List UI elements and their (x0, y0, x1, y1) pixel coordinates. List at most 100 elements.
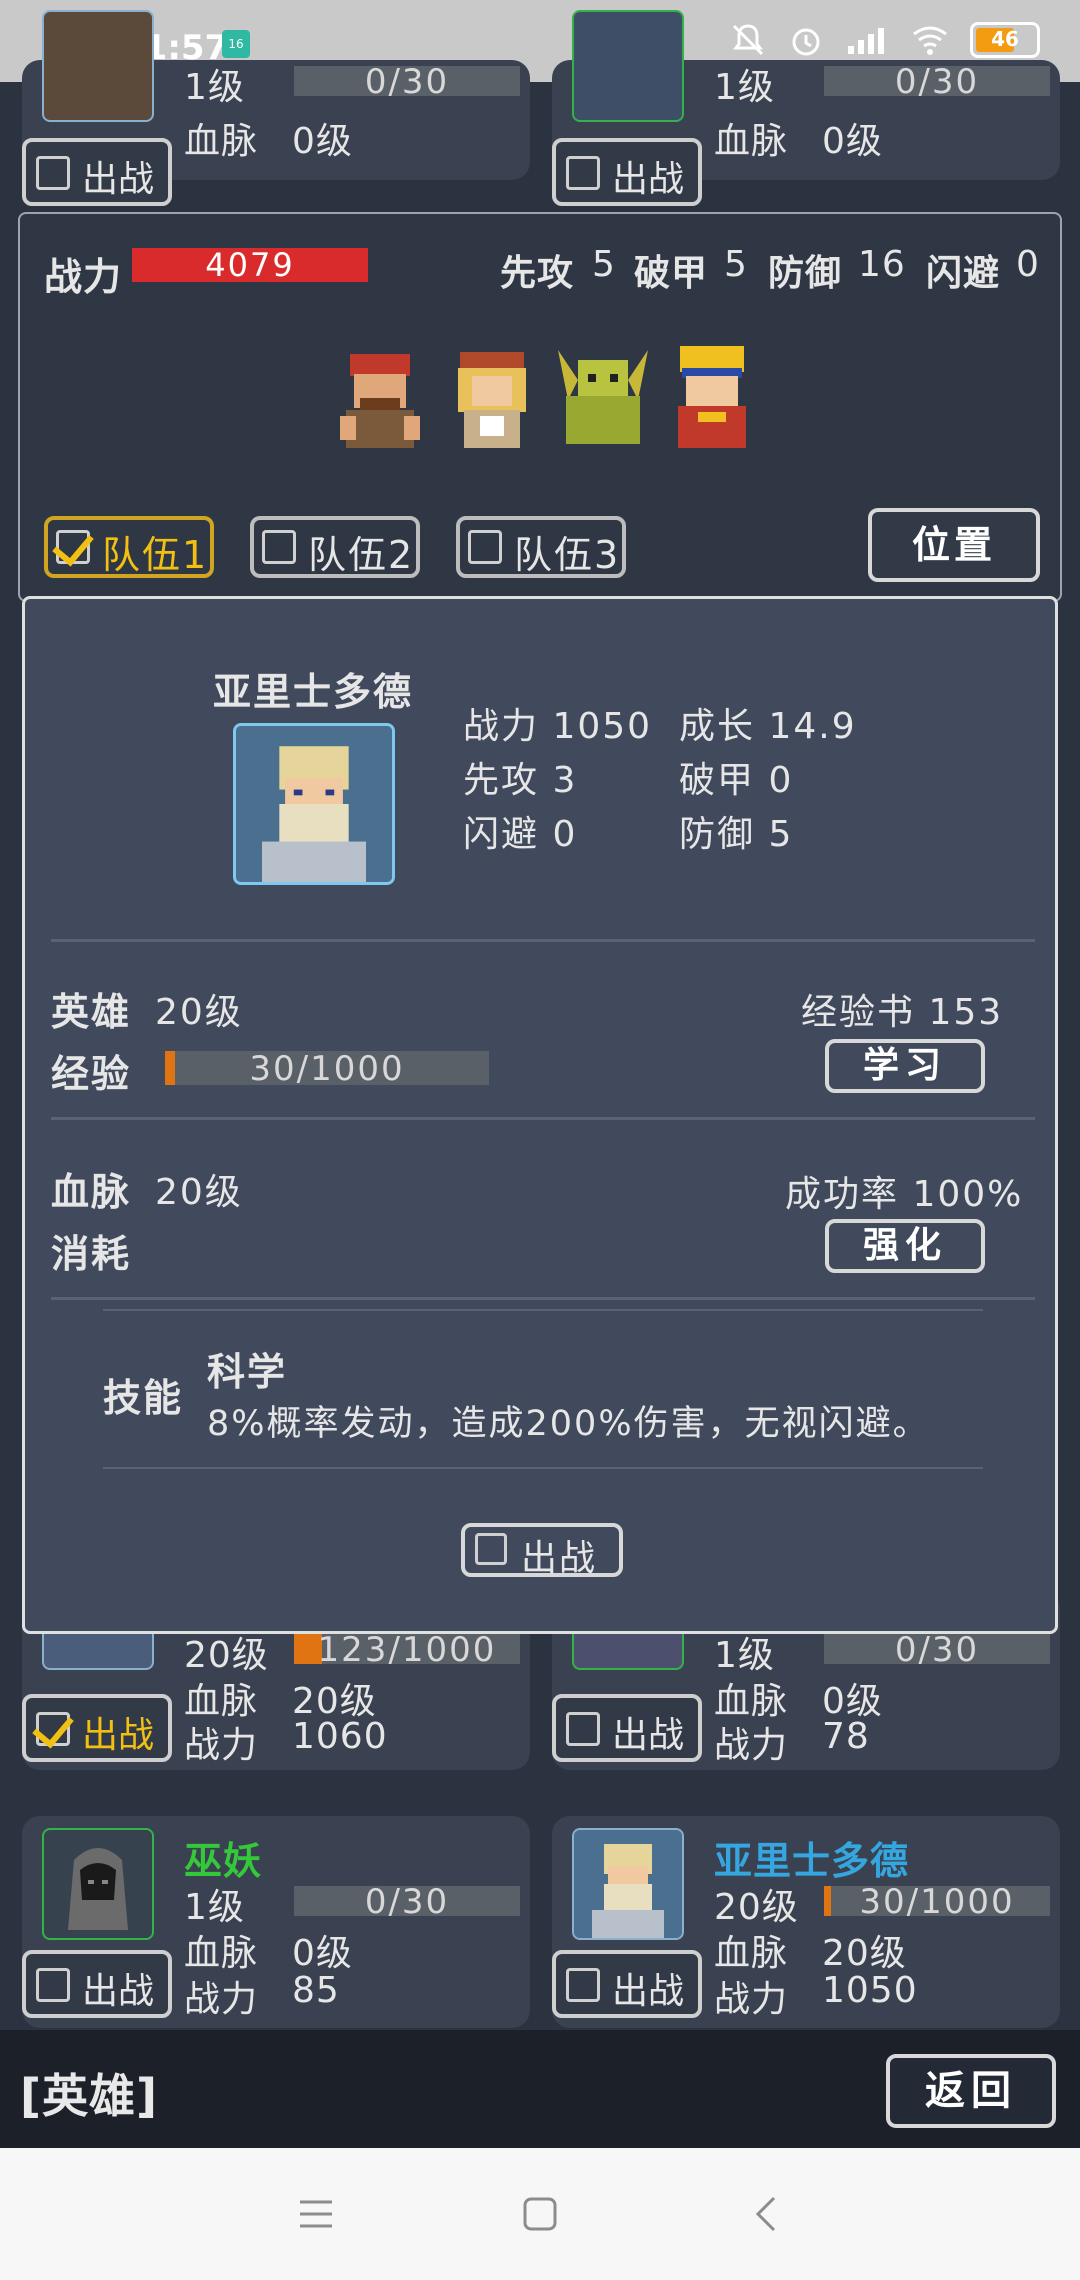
back-button[interactable]: 返回 (886, 2054, 1056, 2128)
detail-exp-value: 30/1000 (249, 1049, 405, 1089)
page-title: [英雄] (20, 2069, 159, 2123)
stat-initiative-value: 5 (592, 244, 616, 285)
bloodline-label: 血脉 (184, 121, 259, 162)
hero-level-label: 英雄 (51, 990, 132, 1034)
stat-defense-label: 防御 (768, 253, 843, 294)
tab-team-2[interactable]: 队伍2 (250, 516, 420, 578)
bloodline-label: 血脉 (51, 1170, 132, 1214)
app-notification-icon: 16 (222, 30, 250, 58)
deploy-checkbox[interactable]: 出战 (22, 1950, 172, 2018)
power-value: 85 (292, 1970, 340, 2011)
hero-portrait (42, 10, 154, 122)
team-power-bar: 4079 (132, 248, 368, 282)
bloodline-level: 20级 (822, 1933, 907, 1974)
stat-armor-break-label: 破甲 (634, 253, 709, 294)
bloodline-label: 血脉 (184, 1933, 259, 1974)
tab-team-1[interactable]: 队伍1 (44, 516, 214, 578)
hero-card-aristotle[interactable]: 亚里士多德 20级 30/1000 血脉 20级 战力 1050 出战 (552, 1816, 1060, 2028)
deploy-label: 出战 (521, 1538, 598, 1579)
exp-value: 0/30 (364, 62, 450, 102)
battery-level: 46 (991, 27, 1019, 51)
detail-stat-evasion: 闪避 0 (463, 814, 578, 855)
deploy-checkbox[interactable]: 出战 (552, 1950, 702, 2018)
hero-portrait (572, 10, 684, 122)
exp-value: 123/1000 (317, 1630, 497, 1670)
hero-portrait (42, 1828, 154, 1940)
divider (103, 1467, 983, 1469)
deploy-label: 出战 (612, 159, 685, 200)
detail-hero-name: 亚里士多德 (213, 670, 414, 714)
bloodline-level: 0级 (822, 121, 883, 162)
deploy-checkbox[interactable]: 出战 (22, 1694, 172, 1762)
signal-icon (848, 28, 884, 54)
power-value: 1060 (292, 1716, 388, 1757)
hero-level: 1级 (184, 1887, 245, 1928)
exp-bar: 0/30 (294, 62, 520, 102)
exp-value: 30/1000 (859, 1882, 1015, 1922)
hero-card-top-right[interactable]: 1级 0/30 血脉 0级 出战 (552, 10, 1060, 206)
deploy-checkbox[interactable]: 出战 (22, 138, 172, 206)
tab-team-3-label: 队伍3 (514, 533, 621, 577)
hero-name: 巫妖 (184, 1839, 263, 1883)
cost-label: 消耗 (51, 1232, 132, 1276)
exp-bar: 30/1000 (824, 1882, 1050, 1922)
bloodline-level: 20级 (155, 1172, 243, 1213)
checkmark-icon (52, 523, 94, 567)
system-nav-bar (0, 2148, 1080, 2280)
battery-icon: 46 (970, 22, 1040, 58)
team-hero-sprite-4 (678, 346, 746, 448)
tab-team-3[interactable]: 队伍3 (456, 516, 626, 578)
hero-card-top-left[interactable]: 1级 0/30 血脉 0级 出战 (22, 10, 530, 206)
exp-bar: 0/30 (824, 62, 1050, 102)
bloodline-level: 0级 (292, 121, 353, 162)
detail-stat-power: 战力 1050 (463, 706, 653, 747)
power-value: 78 (822, 1716, 870, 1757)
deploy-checkbox[interactable]: 出战 (552, 138, 702, 206)
exp-bar: 0/30 (294, 1882, 520, 1922)
power-label: 战力 (184, 1725, 259, 1766)
exp-label: 经验 (51, 1052, 132, 1096)
home-icon[interactable] (522, 2196, 558, 2232)
stat-evasion-label: 闪避 (926, 253, 1001, 294)
exp-value: 0/30 (894, 62, 980, 102)
lich-sprite (68, 1848, 128, 1930)
hero-name: 亚里士多德 (714, 1839, 910, 1883)
enhance-button[interactable]: 强化 (825, 1219, 985, 1273)
exp-bar: 0/30 (824, 1630, 1050, 1670)
skill-name: 科学 (207, 1350, 288, 1394)
learn-button[interactable]: 学习 (825, 1039, 985, 1093)
aristotle-sprite (236, 726, 392, 882)
position-button[interactable]: 位置 (868, 508, 1040, 582)
detail-hero-portrait (233, 723, 395, 885)
divider (103, 1309, 983, 1311)
back-nav-icon[interactable] (752, 2194, 780, 2234)
stat-initiative-label: 先攻 (500, 253, 575, 294)
bloodline-level: 0级 (292, 1933, 353, 1974)
hero-level-value: 20级 (155, 992, 243, 1033)
stat-evasion-value: 0 (1016, 244, 1040, 285)
tab-team-1-label: 队伍1 (102, 533, 209, 577)
hero-level: 20级 (714, 1887, 799, 1928)
exp-value: 0/30 (364, 1882, 450, 1922)
power-value: 1050 (822, 1970, 918, 2011)
power-label: 战力 (714, 1725, 789, 1766)
detail-stat-initiative: 先攻 3 (463, 760, 578, 801)
team-hero-sprite-1 (340, 354, 420, 448)
team-hero-sprite-3 (558, 350, 648, 444)
team-hero-sprite-2 (458, 352, 526, 448)
hero-card-lich[interactable]: 巫妖 1级 0/30 血脉 0级 战力 85 出战 (22, 1816, 530, 2028)
skill-description: 8%概率发动，造成200%伤害，无视闪避。 (207, 1404, 930, 1444)
deploy-checkbox[interactable]: 出战 (461, 1523, 623, 1579)
deploy-label: 出战 (82, 1715, 155, 1756)
deploy-label: 出战 (82, 1971, 155, 2012)
power-label: 战力 (714, 1979, 789, 2020)
checkmark-icon (32, 1705, 74, 1749)
detail-exp-bar: 30/1000 (165, 1049, 489, 1089)
exp-value: 0/30 (894, 1630, 980, 1670)
tab-team-2-label: 队伍2 (308, 533, 415, 577)
alarm-icon (792, 28, 820, 56)
menu-icon[interactable] (298, 2198, 334, 2230)
divider (51, 1297, 1035, 1300)
hero-level: 1级 (184, 67, 245, 108)
deploy-checkbox[interactable]: 出战 (552, 1694, 702, 1762)
